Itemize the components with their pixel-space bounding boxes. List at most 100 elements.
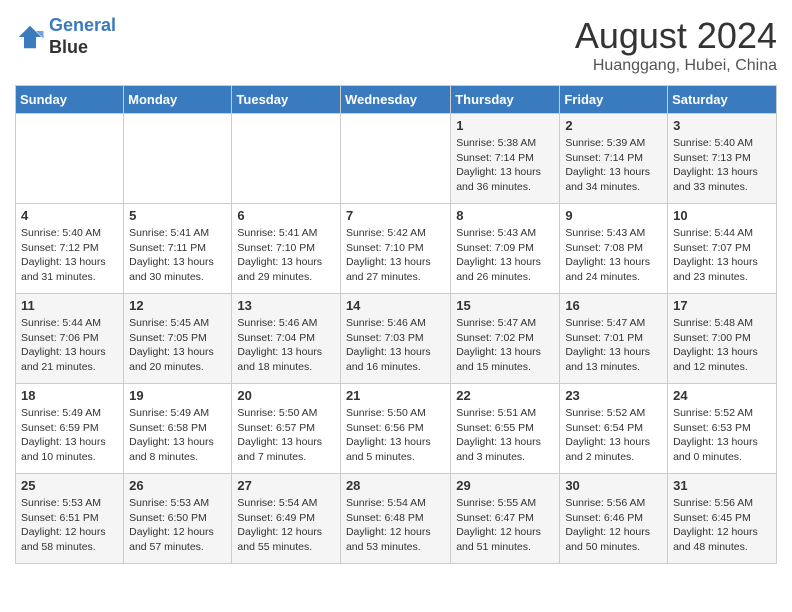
calendar-week-row: 11 Sunrise: 5:44 AM Sunset: 7:06 PM Dayli… (16, 294, 777, 384)
day-number: 5 (129, 208, 226, 223)
calendar-cell: 23 Sunrise: 5:52 AM Sunset: 6:54 PM Dayli… (560, 384, 668, 474)
day-info: Sunrise: 5:52 AM Sunset: 6:53 PM Dayligh… (673, 406, 771, 465)
day-info: Sunrise: 5:43 AM Sunset: 7:09 PM Dayligh… (456, 226, 554, 285)
calendar-cell: 29 Sunrise: 5:55 AM Sunset: 6:47 PM Dayli… (451, 474, 560, 564)
day-number: 15 (456, 298, 554, 313)
weekday-header-saturday: Saturday (668, 86, 777, 114)
day-info: Sunrise: 5:56 AM Sunset: 6:45 PM Dayligh… (673, 496, 771, 555)
day-number: 23 (565, 388, 662, 403)
calendar-cell: 18 Sunrise: 5:49 AM Sunset: 6:59 PM Dayli… (16, 384, 124, 474)
day-info: Sunrise: 5:44 AM Sunset: 7:06 PM Dayligh… (21, 316, 118, 375)
calendar-cell (232, 114, 341, 204)
page-header: General Blue August 2024 Huanggang, Hube… (15, 15, 777, 75)
day-number: 9 (565, 208, 662, 223)
calendar-cell: 8 Sunrise: 5:43 AM Sunset: 7:09 PM Daylig… (451, 204, 560, 294)
calendar-cell: 6 Sunrise: 5:41 AM Sunset: 7:10 PM Daylig… (232, 204, 341, 294)
weekday-header-friday: Friday (560, 86, 668, 114)
logo: General Blue (15, 15, 116, 58)
weekday-header-monday: Monday (124, 86, 232, 114)
calendar-cell: 22 Sunrise: 5:51 AM Sunset: 6:55 PM Dayli… (451, 384, 560, 474)
day-info: Sunrise: 5:48 AM Sunset: 7:00 PM Dayligh… (673, 316, 771, 375)
calendar-cell: 2Sunrise: 5:39 AM Sunset: 7:14 PM Daylig… (560, 114, 668, 204)
calendar-cell: 24 Sunrise: 5:52 AM Sunset: 6:53 PM Dayli… (668, 384, 777, 474)
day-number: 31 (673, 478, 771, 493)
calendar-week-row: 18 Sunrise: 5:49 AM Sunset: 6:59 PM Dayli… (16, 384, 777, 474)
calendar-cell: 11 Sunrise: 5:44 AM Sunset: 7:06 PM Dayli… (16, 294, 124, 384)
day-info: Sunrise: 5:40 AM Sunset: 7:12 PM Dayligh… (21, 226, 118, 285)
day-number: 28 (346, 478, 445, 493)
day-number: 12 (129, 298, 226, 313)
day-info: Sunrise: 5:52 AM Sunset: 6:54 PM Dayligh… (565, 406, 662, 465)
day-info: Sunrise: 5:45 AM Sunset: 7:05 PM Dayligh… (129, 316, 226, 375)
calendar-cell (124, 114, 232, 204)
title-block: August 2024 Huanggang, Hubei, China (575, 15, 777, 75)
calendar-cell: 1Sunrise: 5:38 AM Sunset: 7:14 PM Daylig… (451, 114, 560, 204)
calendar-cell: 9 Sunrise: 5:43 AM Sunset: 7:08 PM Daylig… (560, 204, 668, 294)
location-title: Huanggang, Hubei, China (575, 57, 777, 75)
calendar-week-row: 25Sunrise: 5:53 AM Sunset: 6:51 PM Dayli… (16, 474, 777, 564)
calendar-week-row: 4 Sunrise: 5:40 AM Sunset: 7:12 PM Daylig… (16, 204, 777, 294)
day-info: Sunrise: 5:41 AM Sunset: 7:11 PM Dayligh… (129, 226, 226, 285)
calendar-cell: 7 Sunrise: 5:42 AM Sunset: 7:10 PM Daylig… (340, 204, 450, 294)
calendar-cell: 3Sunrise: 5:40 AM Sunset: 7:13 PM Daylig… (668, 114, 777, 204)
calendar-cell (340, 114, 450, 204)
day-number: 27 (237, 478, 335, 493)
logo-text: General Blue (49, 15, 116, 58)
day-number: 14 (346, 298, 445, 313)
calendar-cell: 28Sunrise: 5:54 AM Sunset: 6:48 PM Dayli… (340, 474, 450, 564)
calendar-cell: 17 Sunrise: 5:48 AM Sunset: 7:00 PM Dayli… (668, 294, 777, 384)
calendar-cell: 4 Sunrise: 5:40 AM Sunset: 7:12 PM Daylig… (16, 204, 124, 294)
day-number: 4 (21, 208, 118, 223)
calendar-cell: 14 Sunrise: 5:46 AM Sunset: 7:03 PM Dayli… (340, 294, 450, 384)
day-number: 8 (456, 208, 554, 223)
day-info: Sunrise: 5:54 AM Sunset: 6:49 PM Dayligh… (237, 496, 335, 555)
day-number: 16 (565, 298, 662, 313)
month-title: August 2024 (575, 15, 777, 57)
day-number: 18 (21, 388, 118, 403)
day-info: Sunrise: 5:49 AM Sunset: 6:59 PM Dayligh… (21, 406, 118, 465)
day-info: Sunrise: 5:51 AM Sunset: 6:55 PM Dayligh… (456, 406, 554, 465)
day-info: Sunrise: 5:40 AM Sunset: 7:13 PM Dayligh… (673, 136, 771, 195)
day-info: Sunrise: 5:44 AM Sunset: 7:07 PM Dayligh… (673, 226, 771, 285)
calendar-cell: 19 Sunrise: 5:49 AM Sunset: 6:58 PM Dayli… (124, 384, 232, 474)
day-info: Sunrise: 5:46 AM Sunset: 7:03 PM Dayligh… (346, 316, 445, 375)
weekday-header-tuesday: Tuesday (232, 86, 341, 114)
day-info: Sunrise: 5:53 AM Sunset: 6:50 PM Dayligh… (129, 496, 226, 555)
calendar-cell: 13Sunrise: 5:46 AM Sunset: 7:04 PM Dayli… (232, 294, 341, 384)
calendar-cell: 5 Sunrise: 5:41 AM Sunset: 7:11 PM Daylig… (124, 204, 232, 294)
calendar-cell: 27 Sunrise: 5:54 AM Sunset: 6:49 PM Dayli… (232, 474, 341, 564)
day-number: 29 (456, 478, 554, 493)
day-number: 22 (456, 388, 554, 403)
calendar-week-row: 1Sunrise: 5:38 AM Sunset: 7:14 PM Daylig… (16, 114, 777, 204)
day-number: 6 (237, 208, 335, 223)
day-info: Sunrise: 5:49 AM Sunset: 6:58 PM Dayligh… (129, 406, 226, 465)
calendar-header: SundayMondayTuesdayWednesdayThursdayFrid… (16, 86, 777, 114)
day-number: 30 (565, 478, 662, 493)
logo-line1: General (49, 15, 116, 35)
logo-line2: Blue (49, 37, 116, 59)
day-info: Sunrise: 5:42 AM Sunset: 7:10 PM Dayligh… (346, 226, 445, 285)
day-number: 17 (673, 298, 771, 313)
calendar-table: SundayMondayTuesdayWednesdayThursdayFrid… (15, 85, 777, 564)
day-number: 11 (21, 298, 118, 313)
day-info: Sunrise: 5:41 AM Sunset: 7:10 PM Dayligh… (237, 226, 335, 285)
calendar-cell: 30 Sunrise: 5:56 AM Sunset: 6:46 PM Dayli… (560, 474, 668, 564)
day-info: Sunrise: 5:47 AM Sunset: 7:02 PM Dayligh… (456, 316, 554, 375)
calendar-cell: 26Sunrise: 5:53 AM Sunset: 6:50 PM Dayli… (124, 474, 232, 564)
day-number: 19 (129, 388, 226, 403)
weekday-header-thursday: Thursday (451, 86, 560, 114)
calendar-cell: 20Sunrise: 5:50 AM Sunset: 6:57 PM Dayli… (232, 384, 341, 474)
day-info: Sunrise: 5:55 AM Sunset: 6:47 PM Dayligh… (456, 496, 554, 555)
calendar-cell: 10 Sunrise: 5:44 AM Sunset: 7:07 PM Dayli… (668, 204, 777, 294)
day-number: 24 (673, 388, 771, 403)
day-number: 10 (673, 208, 771, 223)
calendar-cell: 15 Sunrise: 5:47 AM Sunset: 7:02 PM Dayli… (451, 294, 560, 384)
day-info: Sunrise: 5:50 AM Sunset: 6:56 PM Dayligh… (346, 406, 445, 465)
calendar-cell (16, 114, 124, 204)
calendar-cell: 25Sunrise: 5:53 AM Sunset: 6:51 PM Dayli… (16, 474, 124, 564)
day-number: 20 (237, 388, 335, 403)
day-info: Sunrise: 5:56 AM Sunset: 6:46 PM Dayligh… (565, 496, 662, 555)
day-number: 7 (346, 208, 445, 223)
day-number: 13 (237, 298, 335, 313)
day-info: Sunrise: 5:43 AM Sunset: 7:08 PM Dayligh… (565, 226, 662, 285)
